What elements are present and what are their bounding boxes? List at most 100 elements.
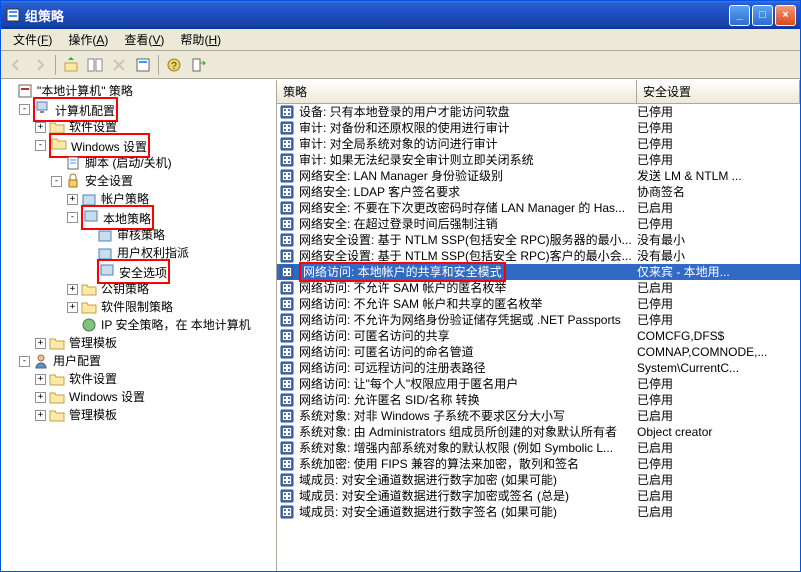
tree-admin-templates[interactable]: +管理模板 [1,334,276,352]
show-hide-button[interactable] [84,54,106,76]
tree-public-key[interactable]: +公钥策略 [1,280,276,298]
list-row[interactable]: 审计: 对全局系统对象的访问进行审计已停用 [277,136,800,152]
maximize-button[interactable]: □ [752,5,773,26]
list-row[interactable]: 系统加密: 使用 FIPS 兼容的算法来加密，散列和签名已停用 [277,456,800,472]
delete-button[interactable] [108,54,130,76]
content-area: "本地计算机" 策略 -计算机配置 +软件设置 -Windows 设置 脚本 (… [1,79,800,571]
list-row[interactable]: 网络访问: 可远程访问的注册表路径System\CurrentC... [277,360,800,376]
list-row[interactable]: 系统对象: 由 Administrators 组成员所创建的对象默认所有者Obj… [277,424,800,440]
titlebar[interactable]: 组策略 _ □ × [1,1,800,29]
collapse-icon[interactable]: - [51,176,62,187]
app-icon [5,7,21,23]
folder-icon [81,281,97,297]
list-row[interactable]: 网络访问: 让"每个人"权限应用于匿名用户已停用 [277,376,800,392]
row-value: 已启用 [637,440,800,456]
expand-icon[interactable]: + [67,194,78,205]
expand-icon[interactable]: + [67,302,78,313]
row-value: 已启用 [637,200,800,216]
list-row[interactable]: 网络安全: LDAP 客户签名要求协商签名 [277,184,800,200]
list-row[interactable]: 设备: 只有本地登录的用户才能访问软盘已停用 [277,104,800,120]
expand-icon[interactable]: + [35,338,46,349]
list-row[interactable]: 域成员: 对安全通道数据进行数字加密 (如果可能)已启用 [277,472,800,488]
row-value: Object creator [637,424,800,440]
list-row[interactable]: 网络访问: 本地帐户的共享和安全模式仅来宾 - 本地用... [277,264,800,280]
list-row[interactable]: 审计: 如果无法纪录安全审计则立即关闭系统已停用 [277,152,800,168]
list-row[interactable]: 域成员: 对安全通道数据进行数字加密或签名 (总是)已启用 [277,488,800,504]
list-row[interactable]: 域成员: 对安全通道数据进行数字签名 (如果可能)已启用 [277,504,800,520]
menu-file[interactable]: 文件(F) [5,29,60,50]
list-row[interactable]: 审计: 对备份和还原权限的使用进行审计已停用 [277,120,800,136]
expand-icon[interactable]: + [67,284,78,295]
close-button[interactable]: × [775,5,796,26]
tree-pane[interactable]: "本地计算机" 策略 -计算机配置 +软件设置 -Windows 设置 脚本 (… [1,80,277,571]
list-row[interactable]: 网络访问: 允许匿名 SID/名称 转换已停用 [277,392,800,408]
tree-security-options[interactable]: 安全选项 [1,262,276,280]
tree-computer-config[interactable]: -计算机配置 [1,100,276,118]
policy-item-icon [279,360,295,376]
column-security[interactable]: 安全设置 [637,80,800,103]
svg-text:?: ? [171,61,177,72]
properties-button[interactable] [132,54,154,76]
list-row[interactable]: 网络安全设置: 基于 NTLM SSP(包括安全 RPC)服务器的最小...没有… [277,232,800,248]
row-value: 已停用 [637,296,800,312]
collapse-icon[interactable]: - [19,356,30,367]
back-button[interactable] [5,54,27,76]
row-name: 系统对象: 对非 Windows 子系统不要求区分大小写 [297,408,637,424]
tree-scripts[interactable]: 脚本 (启动/关机) [1,154,276,172]
tree-software2[interactable]: +软件设置 [1,370,276,388]
list-row[interactable]: 网络访问: 可匿名访问的共享COMCFG,DFS$ [277,328,800,344]
row-name: 网络安全: 在超过登录时间后强制注销 [297,216,637,232]
list-row[interactable]: 网络安全: 不要在下次更改密码时存储 LAN Manager 的 Has...已… [277,200,800,216]
collapse-icon[interactable]: - [35,140,46,151]
expand-icon[interactable]: + [35,374,46,385]
row-name: 网络访问: 可远程访问的注册表路径 [297,360,637,376]
policy-item-icon [279,408,295,424]
up-button[interactable] [60,54,82,76]
window-frame: 组策略 _ □ × 文件(F) 操作(A) 查看(V) 帮助(H) ? "本地计… [0,0,801,572]
tree-ip-security[interactable]: IP 安全策略，在 本地计算机 [1,316,276,334]
row-value: 已启用 [637,280,800,296]
tree-admin2[interactable]: +管理模板 [1,406,276,424]
row-name: 网络访问: 可匿名访问的共享 [297,328,637,344]
policy-folder-icon [83,207,99,223]
list-row[interactable]: 网络访问: 不允许为网络身份验证储存凭据或 .NET Passports已停用 [277,312,800,328]
list-row[interactable]: 系统对象: 对非 Windows 子系统不要求区分大小写已启用 [277,408,800,424]
tree-security-settings[interactable]: -安全设置 [1,172,276,190]
forward-button[interactable] [29,54,51,76]
list-row[interactable]: 网络访问: 可匿名访问的命名管道COMNAP,COMNODE,... [277,344,800,360]
row-name: 系统对象: 增强内部系统对象的默认权限 (例如 Symbolic L... [297,440,637,456]
tree-windows-settings[interactable]: -Windows 设置 [1,136,276,154]
collapse-icon[interactable]: - [67,212,78,223]
minimize-button[interactable]: _ [729,5,750,26]
row-value: 已停用 [637,136,800,152]
tree-windows2[interactable]: +Windows 设置 [1,388,276,406]
toolbar: ? [1,51,800,79]
separator [158,55,159,75]
help-button[interactable]: ? [163,54,185,76]
collapse-icon[interactable]: - [19,104,30,115]
row-name: 网络安全设置: 基于 NTLM SSP(包括安全 RPC)服务器的最小... [297,232,637,248]
column-policy[interactable]: 策略 [277,80,637,103]
export-button[interactable] [187,54,209,76]
policy-item-icon [279,280,295,296]
expand-icon[interactable]: + [35,410,46,421]
folder-icon [49,389,65,405]
tree-local-policy[interactable]: -本地策略 [1,208,276,226]
list-row[interactable]: 网络安全: LAN Manager 身份验证级别发送 LM & NTLM ... [277,168,800,184]
separator [55,55,56,75]
tree-software-restrict[interactable]: +软件限制策略 [1,298,276,316]
policy-item-icon [279,344,295,360]
menu-help[interactable]: 帮助(H) [172,29,229,50]
row-value: COMNAP,COMNODE,... [637,344,800,360]
list-row[interactable]: 网络安全: 在超过登录时间后强制注销已停用 [277,216,800,232]
list-row[interactable]: 网络访问: 不允许 SAM 帐户和共享的匿名枚举已停用 [277,296,800,312]
menu-action[interactable]: 操作(A) [60,29,116,50]
list-body[interactable]: 设备: 只有本地登录的用户才能访问软盘已停用审计: 对备份和还原权限的使用进行审… [277,104,800,571]
list-row[interactable]: 网络访问: 不允许 SAM 帐户的匿名枚举已启用 [277,280,800,296]
list-row[interactable]: 系统对象: 增强内部系统对象的默认权限 (例如 Symbolic L...已启用 [277,440,800,456]
expand-icon[interactable]: + [35,122,46,133]
menu-view[interactable]: 查看(V) [116,29,172,50]
tree-user-config[interactable]: -用户配置 [1,352,276,370]
tree-audit-policy[interactable]: 审核策略 [1,226,276,244]
expand-icon[interactable]: + [35,392,46,403]
